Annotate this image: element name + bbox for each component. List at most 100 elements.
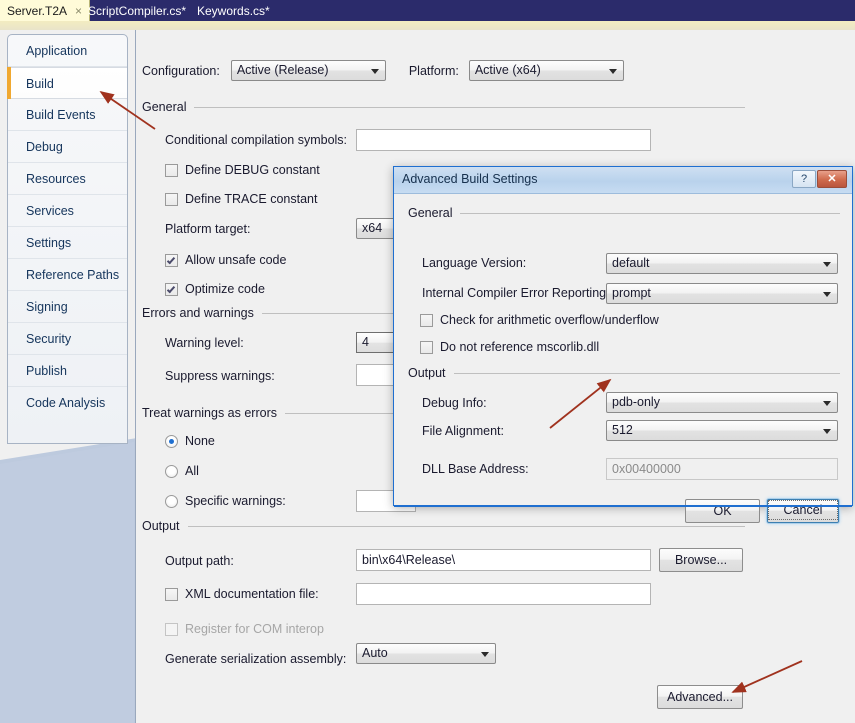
sidebar-item-services[interactable]: Services: [8, 195, 127, 227]
no-mscorlib-checkbox[interactable]: Do not reference mscorlib.dll: [420, 340, 599, 354]
radio-icon: [165, 434, 178, 448]
define-debug-checkbox[interactable]: Define DEBUG constant: [165, 163, 320, 177]
sidebar-item-label: Build Events: [26, 108, 96, 122]
treat-specific-radio[interactable]: Specific warnings:: [165, 494, 286, 508]
file-alignment-value: 512: [612, 423, 633, 437]
warning-level-row: Warning level:: [165, 336, 244, 350]
dialog-general-title: General: [408, 206, 453, 220]
errors-title: Errors and warnings: [142, 306, 254, 320]
dialog-bottom-accent: [394, 505, 852, 507]
allow-unsafe-checkbox[interactable]: Allow unsafe code: [165, 253, 286, 267]
ice-reporting-dropdown[interactable]: prompt: [606, 283, 838, 304]
sidebar-item-label: Settings: [26, 236, 72, 250]
sidebar-item-debug[interactable]: Debug: [8, 131, 127, 163]
serialization-dropdown[interactable]: Auto: [356, 643, 496, 664]
dialog-close-button[interactable]: ✕: [817, 170, 847, 188]
browse-button[interactable]: Browse...: [659, 548, 743, 572]
checkbox-icon: [165, 282, 178, 296]
sidebar-item-security[interactable]: Security: [8, 323, 127, 355]
debug-info-dropdown[interactable]: pdb-only: [606, 392, 838, 413]
chevron-down-icon: [823, 428, 831, 434]
platform-target-row: Platform target:: [165, 222, 250, 236]
dialog-output-group-header: Output: [408, 366, 840, 380]
file-alignment-dropdown[interactable]: 512: [606, 420, 838, 441]
dialog-body: General Language Version: default Intern…: [394, 194, 852, 523]
sidebar-item-label: Security: [26, 332, 72, 346]
arithmetic-overflow-checkbox[interactable]: Check for arithmetic overflow/underflow: [420, 313, 659, 327]
dll-base-address-input[interactable]: 0x00400000: [606, 458, 838, 480]
chevron-down-icon: [608, 68, 617, 74]
chevron-down-icon: [481, 651, 489, 657]
tab-scriptcompiler-cs[interactable]: ScriptCompiler.cs*: [81, 0, 193, 21]
sidebar-item-label: Services: [26, 204, 74, 218]
advanced-button[interactable]: Advanced...: [657, 685, 743, 709]
tab-label: Keywords.cs*: [197, 3, 270, 18]
language-version-label: Language Version:: [422, 256, 527, 270]
sidebar-item-label: Signing: [26, 300, 68, 314]
optimize-code-checkbox[interactable]: Optimize code: [165, 282, 265, 296]
output-path-row: Output path:: [165, 554, 234, 568]
advanced-label: Advanced...: [666, 690, 733, 704]
sidebar-item-label: Application: [26, 44, 88, 58]
checkbox-icon: [165, 622, 178, 636]
chevron-down-icon: [823, 400, 831, 406]
tab-server-t2a[interactable]: Server.T2A ×: [0, 0, 91, 21]
xml-documentation-checkbox[interactable]: XML documentation file:: [165, 587, 319, 601]
output-path-label: Output path:: [165, 554, 234, 568]
sidebar-item-build[interactable]: Build: [7, 67, 127, 99]
configuration-row: Configuration: Active (Release) Platform…: [142, 60, 624, 81]
treat-all-label: All: [185, 464, 199, 478]
configuration-dropdown[interactable]: Active (Release): [230, 60, 386, 81]
sidebar-item-resources[interactable]: Resources: [8, 163, 127, 195]
sidebar-item-publish[interactable]: Publish: [8, 355, 127, 387]
xml-documentation-input[interactable]: [356, 583, 651, 605]
dialog-cancel-button[interactable]: Cancel: [767, 499, 839, 523]
sidebar-item-settings[interactable]: Settings: [8, 227, 127, 259]
platform-dropdown[interactable]: Active (x64): [468, 60, 624, 81]
define-trace-checkbox[interactable]: Define TRACE constant: [165, 192, 317, 206]
radio-icon: [165, 494, 178, 508]
sidebar-item-label: Code Analysis: [26, 396, 106, 410]
conditional-symbols-input[interactable]: [356, 129, 651, 151]
sidebar-item-reference-paths[interactable]: Reference Paths: [8, 259, 127, 291]
dialog-ok-button[interactable]: OK: [685, 499, 760, 523]
debug-info-value: pdb-only: [612, 395, 660, 409]
conditional-symbols-label: Conditional compilation symbols:: [165, 133, 348, 147]
configuration-label: Configuration:: [142, 63, 220, 78]
ice-reporting-row: Internal Compiler Error Reporting:: [422, 286, 610, 300]
language-version-value: default: [612, 256, 650, 270]
suppress-warnings-row: Suppress warnings:: [165, 369, 275, 383]
treat-none-radio[interactable]: None: [165, 434, 215, 448]
file-alignment-row: File Alignment:: [422, 424, 504, 438]
sidebar-item-signing[interactable]: Signing: [8, 291, 127, 323]
sidebar-item-label: Resources: [26, 172, 86, 186]
com-interop-checkbox: Register for COM interop: [165, 622, 324, 636]
language-version-dropdown[interactable]: default: [606, 253, 838, 274]
divider: [453, 372, 840, 374]
checkbox-icon: [165, 253, 178, 267]
sidebar-item-code-analysis[interactable]: Code Analysis: [8, 387, 127, 419]
tab-label: Server.T2A: [7, 3, 68, 18]
help-button[interactable]: ?: [792, 170, 816, 188]
platform-target-value: x64: [362, 221, 383, 235]
close-icon: ✕: [827, 173, 837, 185]
treat-all-radio[interactable]: All: [165, 464, 199, 478]
treat-warnings-title: Treat warnings as errors: [142, 406, 277, 420]
dialog-title-bar[interactable]: Advanced Build Settings ? ✕: [394, 167, 852, 194]
output-path-input[interactable]: bin\x64\Release\: [356, 549, 651, 571]
tab-keywords-cs[interactable]: Keywords.cs*: [190, 0, 277, 21]
dll-base-address-value: 0x00400000: [612, 462, 681, 476]
sidebar-item-application[interactable]: Application: [8, 35, 127, 67]
cancel-label: Cancel: [768, 500, 838, 520]
sidebar-item-build-events[interactable]: Build Events: [8, 99, 127, 131]
divider: [460, 212, 840, 214]
checkbox-icon: [420, 340, 433, 354]
ice-reporting-label: Internal Compiler Error Reporting:: [422, 286, 610, 300]
debug-info-label: Debug Info:: [422, 396, 487, 410]
dialog-title: Advanced Build Settings: [402, 172, 538, 186]
xml-documentation-label: XML documentation file:: [185, 587, 319, 601]
checkbox-icon: [165, 587, 178, 601]
general-group-header: General: [142, 100, 745, 114]
sidebar-background-panel-inner: [0, 442, 134, 723]
ice-reporting-value: prompt: [612, 286, 651, 300]
